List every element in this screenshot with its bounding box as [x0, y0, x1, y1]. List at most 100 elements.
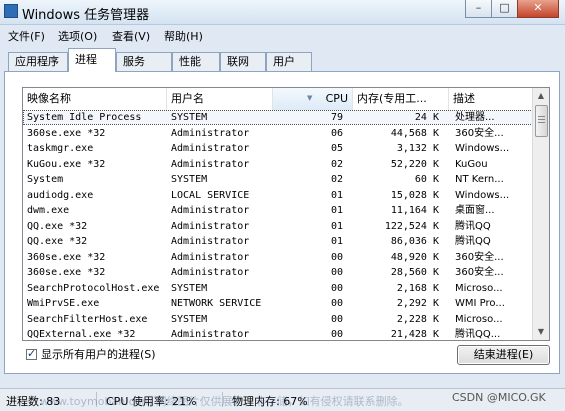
cell-cpu: 00 [330, 313, 343, 325]
cell-image-name: 360se.exe *32 [27, 251, 106, 263]
cell-user-name: SYSTEM [171, 282, 208, 294]
tab-performance[interactable]: 性能 [172, 52, 220, 71]
cell-memory: 15,028 K [390, 189, 439, 201]
cell-description: Microso... [455, 282, 503, 294]
window-controls: – □ ✕ [465, 0, 559, 18]
cell-memory: 122,524 K [384, 220, 439, 232]
cell-memory: 2,228 K [396, 313, 439, 325]
cell-user-name: Administrator [171, 205, 250, 216]
cell-cpu: 00 [330, 282, 343, 294]
cell-cpu: 01 [330, 189, 343, 201]
vertical-scrollbar[interactable]: ▲ ▼ [532, 88, 549, 340]
column-image-name[interactable]: 映像名称 [23, 88, 167, 110]
cell-image-name: KuGou.exe *32 [27, 158, 106, 170]
cell-user-name: SYSTEM [171, 174, 208, 185]
cell-cpu: 00 [330, 329, 343, 340]
menu-help[interactable]: 帮助(H) [164, 28, 203, 44]
cell-memory: 3,132 K [396, 143, 439, 154]
cell-image-name: System [27, 174, 64, 185]
cell-description: Windows... [455, 143, 510, 154]
cell-description: 腾讯QQ [455, 220, 491, 232]
table-row[interactable]: WmiPrvSE.exe NETWORK SERVICE 00 2,292 K WMI … [23, 296, 533, 311]
menu-options[interactable]: 选项(O) [58, 28, 97, 44]
process-list[interactable]: 映像名称 用户名 ▼ CPU 内存(专用工... 描述 System Idle … [22, 87, 550, 341]
tab-applications[interactable]: 应用程序 [8, 52, 68, 71]
cell-memory: 21,428 K [390, 329, 439, 340]
table-row[interactable]: taskmgr.exe Administrator 05 3,132 K Windows… [23, 141, 533, 156]
cell-description: KuGou [455, 158, 488, 170]
table-row[interactable]: System Idle Process SYSTEM 79 24 K 处理器... [23, 110, 533, 125]
cell-description: WMI Pro... [455, 298, 505, 309]
column-memory[interactable]: 内存(专用工... [353, 88, 449, 110]
scroll-up-icon[interactable]: ▲ [533, 88, 549, 104]
cell-description: 处理器... [455, 112, 495, 123]
cell-memory: 28,560 K [390, 267, 439, 278]
maximize-button[interactable]: □ [491, 0, 517, 18]
table-row[interactable]: audiodg.exe LOCAL SERVICE 01 15,028 K Window… [23, 188, 533, 203]
cell-cpu: 00 [330, 251, 343, 263]
cell-cpu: 01 [330, 236, 343, 247]
cell-cpu: 00 [330, 298, 343, 309]
cell-user-name: LOCAL SERVICE [171, 189, 250, 201]
tab-users[interactable]: 用户 [266, 52, 312, 71]
table-row[interactable]: dwm.exe Administrator 01 11,164 K 桌面窗... [23, 203, 533, 218]
table-row[interactable]: 360se.exe *32 Administrator 00 48,920 K 360安… [23, 250, 533, 265]
table-row[interactable]: SearchProtocolHost.exe SYSTEM 00 2,168 K Mic… [23, 281, 533, 296]
sort-arrow-icon: ▼ [307, 94, 313, 102]
cell-user-name: Administrator [171, 329, 250, 340]
cell-user-name: Administrator [171, 267, 250, 278]
table-row[interactable]: 360se.exe *32 Administrator 00 28,560 K 360安… [23, 265, 533, 280]
minimize-button[interactable]: – [465, 0, 491, 18]
title-bar: Windows 任务管理器 – □ ✕ [0, 0, 565, 25]
cell-user-name: SYSTEM [171, 313, 208, 325]
cell-description: 360安全... [455, 251, 504, 263]
table-row[interactable]: SearchFilterHost.exe SYSTEM 00 2,228 K Micro… [23, 312, 533, 327]
cell-cpu: 01 [330, 220, 343, 232]
window-title: Windows 任务管理器 [22, 8, 150, 23]
scroll-down-icon[interactable]: ▼ [533, 324, 549, 340]
column-header: 映像名称 用户名 ▼ CPU 内存(专用工... 描述 [23, 88, 533, 111]
show-all-users-label: 显示所有用户的进程(S) [41, 348, 156, 361]
menu-file[interactable]: 文件(F) [8, 28, 45, 44]
cell-image-name: SearchFilterHost.exe [27, 313, 148, 325]
show-all-users-option[interactable]: ✓ 显示所有用户的进程(S) [26, 347, 156, 361]
menu-view[interactable]: 查看(V) [112, 28, 150, 44]
cell-description: NT Kern... [455, 174, 504, 185]
column-cpu[interactable]: ▼ CPU [273, 88, 353, 110]
cell-image-name: QQ.exe *32 [27, 220, 88, 232]
task-manager-icon [4, 4, 18, 18]
column-cpu-label: CPU [325, 92, 348, 105]
cell-cpu: 02 [330, 174, 343, 185]
table-row[interactable]: KuGou.exe *32 Administrator 02 52,220 K KuGo… [23, 157, 533, 172]
cell-image-name: QQExternal.exe *32 [27, 329, 136, 340]
cell-cpu: 05 [330, 143, 343, 154]
close-button[interactable]: ✕ [517, 0, 559, 18]
table-row[interactable]: System SYSTEM 02 60 K NT Kern... [23, 172, 533, 187]
tab-networking[interactable]: 联网 [220, 52, 266, 71]
table-row[interactable]: QQ.exe *32 Administrator 01 122,524 K 腾讯QQ [23, 219, 533, 234]
show-all-users-checkbox[interactable]: ✓ [26, 346, 37, 360]
cell-image-name: WmiPrvSE.exe [27, 298, 100, 309]
cell-cpu: 01 [330, 205, 343, 216]
cell-image-name: taskmgr.exe [27, 143, 94, 154]
column-user-name[interactable]: 用户名 [167, 88, 273, 110]
cell-cpu: 02 [330, 158, 343, 170]
cell-description: 360安全... [455, 127, 504, 139]
cell-image-name: 360se.exe *32 [27, 127, 106, 139]
cell-cpu: 06 [330, 127, 343, 139]
table-row[interactable]: QQExternal.exe *32 Administrator 00 21,428 … [23, 327, 533, 340]
end-process-button[interactable]: 结束进程(E) [457, 345, 550, 365]
cell-image-name: QQ.exe *32 [27, 236, 88, 247]
tab-services[interactable]: 服务 [116, 52, 172, 71]
checkmark-icon: ✓ [27, 346, 37, 360]
cell-description: Microso... [455, 313, 503, 325]
scroll-thumb[interactable] [535, 105, 548, 137]
cell-image-name: System Idle Process [27, 112, 142, 123]
column-description[interactable]: 描述 [449, 88, 533, 110]
table-row[interactable]: 360se.exe *32 Administrator 06 44,568 K 360安… [23, 126, 533, 141]
cell-image-name: SearchProtocolHost.exe [27, 282, 160, 294]
tab-processes[interactable]: 进程 [68, 48, 116, 72]
table-row[interactable]: QQ.exe *32 Administrator 01 86,036 K 腾讯QQ [23, 234, 533, 249]
cell-image-name: audiodg.exe [27, 189, 94, 201]
cell-description: Windows... [455, 189, 510, 201]
